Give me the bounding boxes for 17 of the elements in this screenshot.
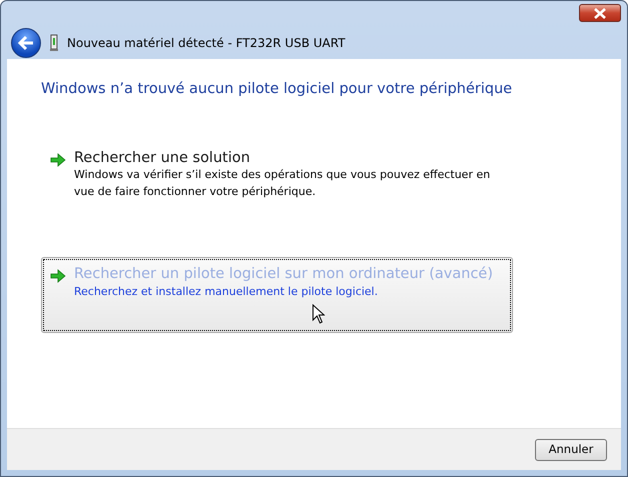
close-button[interactable] bbox=[579, 4, 621, 22]
close-icon bbox=[593, 8, 607, 18]
instruction-heading: Windows n’a trouvé aucun pilote logiciel pour votre périphérique bbox=[41, 80, 514, 99]
back-arrow-icon bbox=[17, 35, 35, 51]
option-title: Rechercher une solution bbox=[74, 150, 252, 168]
option-description: Windows va vérifier s’il existe des opérations que vous pouvez effectuer en vue de faire fonctionner votre périphérique. bbox=[74, 167, 492, 200]
arrow-icon bbox=[50, 152, 66, 167]
usb-device-icon bbox=[49, 34, 59, 52]
option-link-highlighted[interactable]: Rechercher un pilote logiciel sur mon ordinateur (avancé) Recherchez et installez manuellement le pilote logiciel. bbox=[41, 257, 513, 334]
option-description: Recherchez et installez manuellement le pilote logiciel. bbox=[74, 284, 379, 300]
arrow-icon bbox=[50, 269, 66, 284]
option-title: Rechercher un pilote logiciel sur mon ordinateur (avancé) bbox=[74, 266, 493, 284]
window-title: Nouveau matériel détecté - FT232R USB UART bbox=[67, 35, 346, 52]
option-link[interactable]: Rechercher une solution Windows va vérifier s’il existe des opérations que vous pouvez effectuer en vue de faire fonctionner votre périphérique. bbox=[41, 140, 513, 210]
back-button[interactable] bbox=[11, 28, 41, 58]
cancel-button[interactable]: Annuler bbox=[535, 438, 607, 460]
mouse-pointer-icon bbox=[312, 304, 325, 324]
